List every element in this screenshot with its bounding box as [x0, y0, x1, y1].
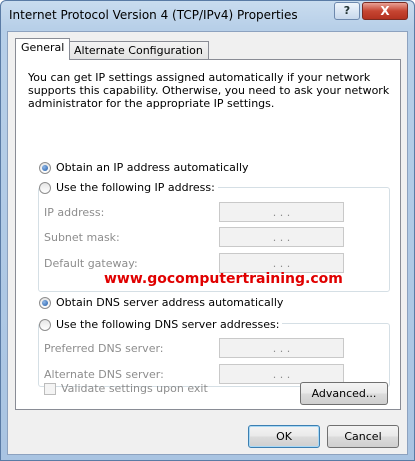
window-title: Internet Protocol Version 4 (TCP/IPv4) P… — [9, 8, 298, 22]
advanced-button[interactable]: Advanced... — [300, 382, 388, 405]
default-gateway-input[interactable]: . . . — [219, 253, 344, 273]
ip-address-dots: . . . — [272, 205, 291, 219]
dialog-client-area: General Alternate Configuration You can … — [7, 31, 408, 455]
title-bar[interactable]: Internet Protocol Version 4 (TCP/IPv4) P… — [1, 1, 414, 31]
radio-button-checked[interactable] — [39, 296, 51, 309]
radio-use-following-dns[interactable]: Use the following DNS server addresses: — [39, 318, 283, 331]
close-icon: X — [380, 4, 390, 18]
general-tab-panel: You can get IP settings assigned automat… — [15, 59, 401, 410]
validate-settings-label: Validate settings upon exit — [61, 382, 208, 395]
radio-obtain-dns-auto[interactable]: Obtain DNS server address automatically — [39, 296, 287, 309]
radio-label: Use the following DNS server addresses: — [56, 318, 280, 331]
cancel-button[interactable]: Cancel — [327, 425, 399, 448]
radio-label: Use the following IP address: — [56, 181, 215, 194]
watermark-text: www.gocomputertraining.com — [104, 271, 343, 287]
preferred-dns-label: Preferred DNS server: — [44, 342, 164, 355]
subnet-mask-dots: . . . — [272, 230, 291, 244]
radio-button[interactable] — [39, 318, 51, 331]
radio-button-checked[interactable] — [39, 161, 51, 174]
help-button[interactable]: ? — [334, 2, 360, 20]
description-text: You can get IP settings assigned automat… — [28, 71, 390, 110]
tab-general[interactable]: General — [15, 38, 71, 60]
close-button[interactable]: X — [362, 2, 408, 20]
alternate-dns-input[interactable]: . . . — [219, 364, 344, 384]
radio-button[interactable] — [39, 181, 51, 194]
alternate-dns-dots: . . . — [272, 367, 291, 381]
preferred-dns-dots: . . . — [272, 341, 291, 355]
radio-label: Obtain an IP address automatically — [56, 161, 249, 174]
validate-settings-checkbox-row[interactable]: Validate settings upon exit — [44, 382, 208, 395]
default-gateway-label: Default gateway: — [44, 257, 138, 270]
radio-obtain-ip-auto[interactable]: Obtain an IP address automatically — [39, 161, 252, 174]
radio-use-following-ip[interactable]: Use the following IP address: — [39, 181, 218, 194]
default-gateway-dots: . . . — [272, 256, 291, 270]
validate-settings-checkbox[interactable] — [44, 382, 56, 395]
ip-address-input[interactable]: . . . — [219, 202, 344, 222]
preferred-dns-input[interactable]: . . . — [219, 338, 344, 358]
subnet-mask-label: Subnet mask: — [44, 231, 120, 244]
ip-address-label: IP address: — [44, 206, 105, 219]
alternate-dns-label: Alternate DNS server: — [44, 368, 164, 381]
tab-alternate-configuration[interactable]: Alternate Configuration — [68, 41, 209, 61]
ok-button[interactable]: OK — [248, 425, 320, 448]
subnet-mask-input[interactable]: . . . — [219, 227, 344, 247]
radio-label: Obtain DNS server address automatically — [56, 296, 284, 309]
dialog-window: Internet Protocol Version 4 (TCP/IPv4) P… — [0, 0, 415, 461]
